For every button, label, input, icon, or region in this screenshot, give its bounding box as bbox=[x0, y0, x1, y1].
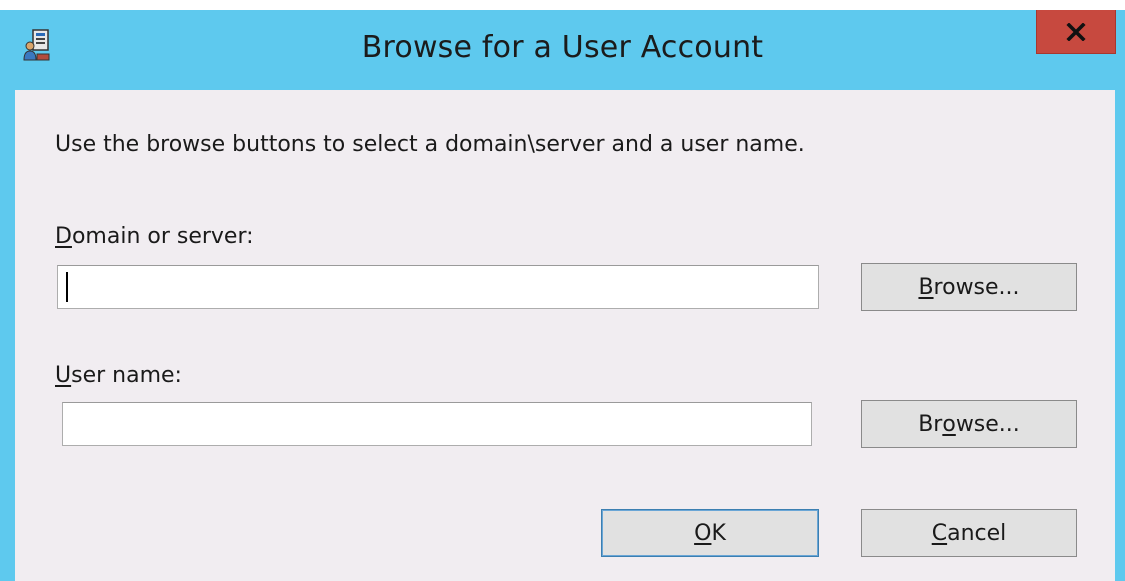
ok-mnemonic: O bbox=[694, 520, 712, 546]
close-button[interactable] bbox=[1036, 10, 1116, 54]
instruction-text: Use the browse buttons to select a domai… bbox=[55, 132, 805, 157]
browse-domain-label-post: rowse... bbox=[933, 274, 1020, 300]
user-label-mnemonic: U bbox=[55, 363, 72, 388]
domain-label: Domain or server: bbox=[55, 224, 254, 249]
browse-domain-button[interactable]: Browse... bbox=[861, 263, 1077, 311]
user-name-label: User name: bbox=[55, 363, 182, 388]
close-icon bbox=[1066, 22, 1086, 41]
browse-user-button[interactable]: Br o wse... bbox=[861, 400, 1077, 448]
domain-input[interactable] bbox=[57, 265, 819, 309]
text-caret bbox=[66, 272, 68, 302]
cancel-mnemonic: C bbox=[931, 520, 948, 546]
title-bar[interactable]: Browse for a User Account bbox=[0, 10, 1125, 90]
browse-user-mnemonic: o bbox=[942, 411, 956, 437]
user-label-text: ser name: bbox=[71, 363, 182, 388]
ok-label-rest: K bbox=[711, 520, 726, 546]
cancel-button[interactable]: Cancel bbox=[861, 509, 1077, 557]
browse-domain-mnemonic: B bbox=[918, 274, 934, 300]
browse-user-label-post: wse... bbox=[955, 411, 1020, 437]
domain-label-text: omain or server: bbox=[71, 224, 254, 249]
browse-user-label-pre: Br bbox=[918, 411, 943, 437]
dialog-body: Use the browse buttons to select a domai… bbox=[15, 90, 1115, 581]
ok-button[interactable]: OK bbox=[601, 509, 819, 557]
cancel-label-rest: ancel bbox=[947, 520, 1007, 546]
user-name-input[interactable] bbox=[62, 402, 812, 446]
browse-user-account-dialog: Browse for a User Account Use the browse… bbox=[0, 10, 1125, 581]
domain-label-mnemonic: D bbox=[55, 224, 72, 249]
window-title: Browse for a User Account bbox=[361, 30, 764, 65]
